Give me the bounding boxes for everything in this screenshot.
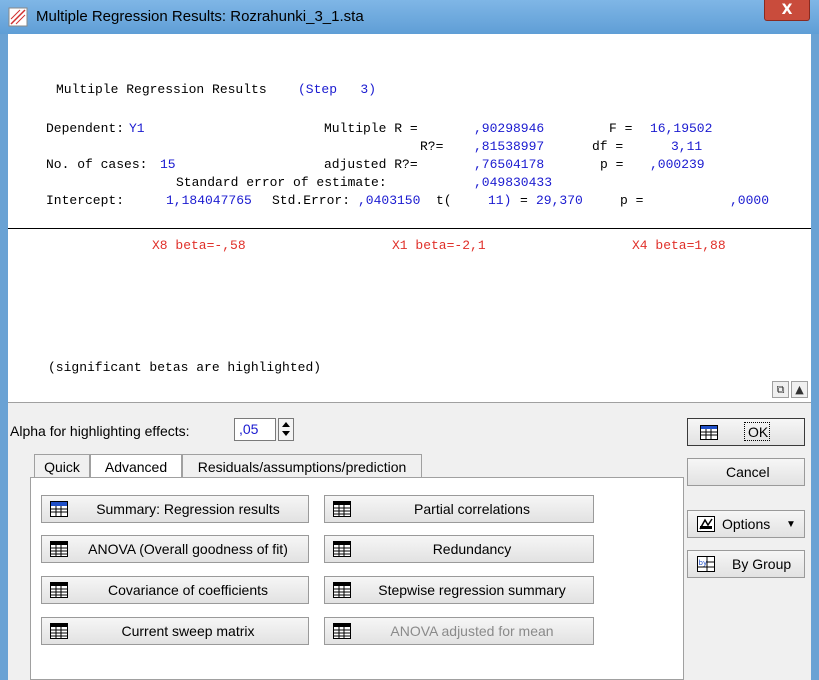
redundancy-label: Redundancy [432,541,512,557]
sweep-matrix-label: Current sweep matrix [121,623,255,639]
alpha-spinner[interactable] [278,418,294,441]
tab-residuals[interactable]: Residuals/assumptions/prediction [182,454,422,478]
ok-icon [700,425,718,440]
app-icon [8,7,28,27]
std-error-estimate-label: Standard error of estimate: [176,175,387,190]
chevron-down-icon: ▼ [786,519,796,530]
grid-icon [333,623,351,639]
dialog-client: Multiple Regression Results (Step 3) Dep… [8,34,811,680]
grid-icon [50,623,68,639]
intercept-value: 1,184047765 [166,193,252,208]
anova-button[interactable]: ANOVA (Overall goodness of fit) [41,535,309,563]
summary-label: Summary: Regression results [96,501,280,517]
cancel-button[interactable]: Cancel [687,458,805,486]
summary-icon [50,501,68,517]
advanced-tab-panel: Summary: Regression results Partial corr… [30,477,684,680]
alpha-input[interactable]: ,05 [234,418,276,441]
df-label: df = [592,139,624,154]
results-header: Multiple Regression Results [56,82,267,97]
std-error-value: ,0403150 [358,193,421,208]
cases-value: 15 [160,157,176,172]
grid-icon [50,582,68,598]
ok-button[interactable]: OK [687,418,805,446]
tab-advanced[interactable]: Advanced [90,454,182,478]
stepwise-summary-button[interactable]: Stepwise regression summary [324,576,594,604]
results-divider [8,228,811,229]
cases-label: No. of cases: [46,157,148,172]
dependent-value: Y1 [129,121,145,136]
summary-button[interactable]: Summary: Regression results [41,495,309,523]
ok-label: OK [748,424,769,440]
covariance-label: Covariance of coefficients [107,582,269,598]
adjusted-r-squared-label: adjusted R?= [324,157,418,172]
covariance-button[interactable]: Covariance of coefficients [41,576,309,604]
spin-down-icon[interactable] [282,431,290,436]
grid-icon [333,501,351,517]
window-title: Multiple Regression Results: Rozrahunki_… [36,8,364,25]
beta-x1: X1 beta=-2,1 [392,238,486,253]
sweep-matrix-button[interactable]: Current sweep matrix [41,617,309,645]
dependent-label: Dependent: [46,121,125,136]
f-value: 16,19502 [650,121,713,136]
r-squared-label: R?= [420,139,444,154]
grid-icon [50,541,68,557]
cancel-label: Cancel [726,464,770,480]
regression-results-window: Multiple Regression Results: Rozrahunki_… [0,0,819,680]
p2-value: ,0000 [730,193,770,208]
bygroup-icon: by [697,556,715,572]
significance-note: (significant betas are highlighted) [48,360,322,375]
r-squared-value: ,81538997 [474,139,545,154]
by-group-label: By Group [732,556,792,572]
t-equals: = [520,193,528,208]
p-value: ,000239 [650,157,705,172]
title-bar[interactable]: Multiple Regression Results: Rozrahunki_… [0,0,819,34]
multiple-r-value: ,90298946 [474,121,545,136]
std-error-estimate-value: ,049830433 [474,175,553,190]
anova-label: ANOVA (Overall goodness of fit) [88,541,288,557]
t-label: t( [436,193,452,208]
results-step: (Step 3) [298,82,377,97]
options-icon [697,516,715,532]
intercept-label: Intercept: [46,193,125,208]
tab-quick[interactable]: Quick [34,454,90,478]
beta-x8: X8 beta=-,58 [152,238,246,253]
options-label: Options [722,516,771,532]
stepwise-summary-label: Stepwise regression summary [378,582,566,598]
f-label: F = [609,121,633,136]
t-df-value: 11) [488,193,512,208]
spin-up-icon[interactable] [282,422,290,427]
close-icon[interactable]: X [764,0,810,21]
beta-x4: X4 beta=1,88 [632,238,726,253]
partial-correlations-button[interactable]: Partial correlations [324,495,594,523]
anova-adjusted-label: ANOVA adjusted for mean [390,623,554,639]
results-pane: Multiple Regression Results (Step 3) Dep… [8,34,811,403]
p2-label: p = [620,193,644,208]
p-label: p = [600,157,624,172]
alpha-label: Alpha for highlighting effects: [10,423,190,439]
std-error-label: Std.Error: [272,193,351,208]
options-button[interactable]: Options ▼ [687,510,805,538]
expand-icon[interactable]: ▲ [791,381,808,398]
partial-correlations-label: Partial correlations [414,501,530,517]
grid-icon [333,582,351,598]
grid-icon [333,541,351,557]
df-value: 3,11 [671,139,703,154]
by-group-button[interactable]: by By Group [687,550,805,578]
adjusted-r-squared-value: ,76504178 [474,157,545,172]
copy-icon[interactable]: ⧉ [772,381,789,398]
t-value: 29,370 [536,193,583,208]
redundancy-button[interactable]: Redundancy [324,535,594,563]
anova-adjusted-button: ANOVA adjusted for mean [324,617,594,645]
svg-text:by: by [699,559,708,567]
multiple-r-label: Multiple R = [324,121,418,136]
